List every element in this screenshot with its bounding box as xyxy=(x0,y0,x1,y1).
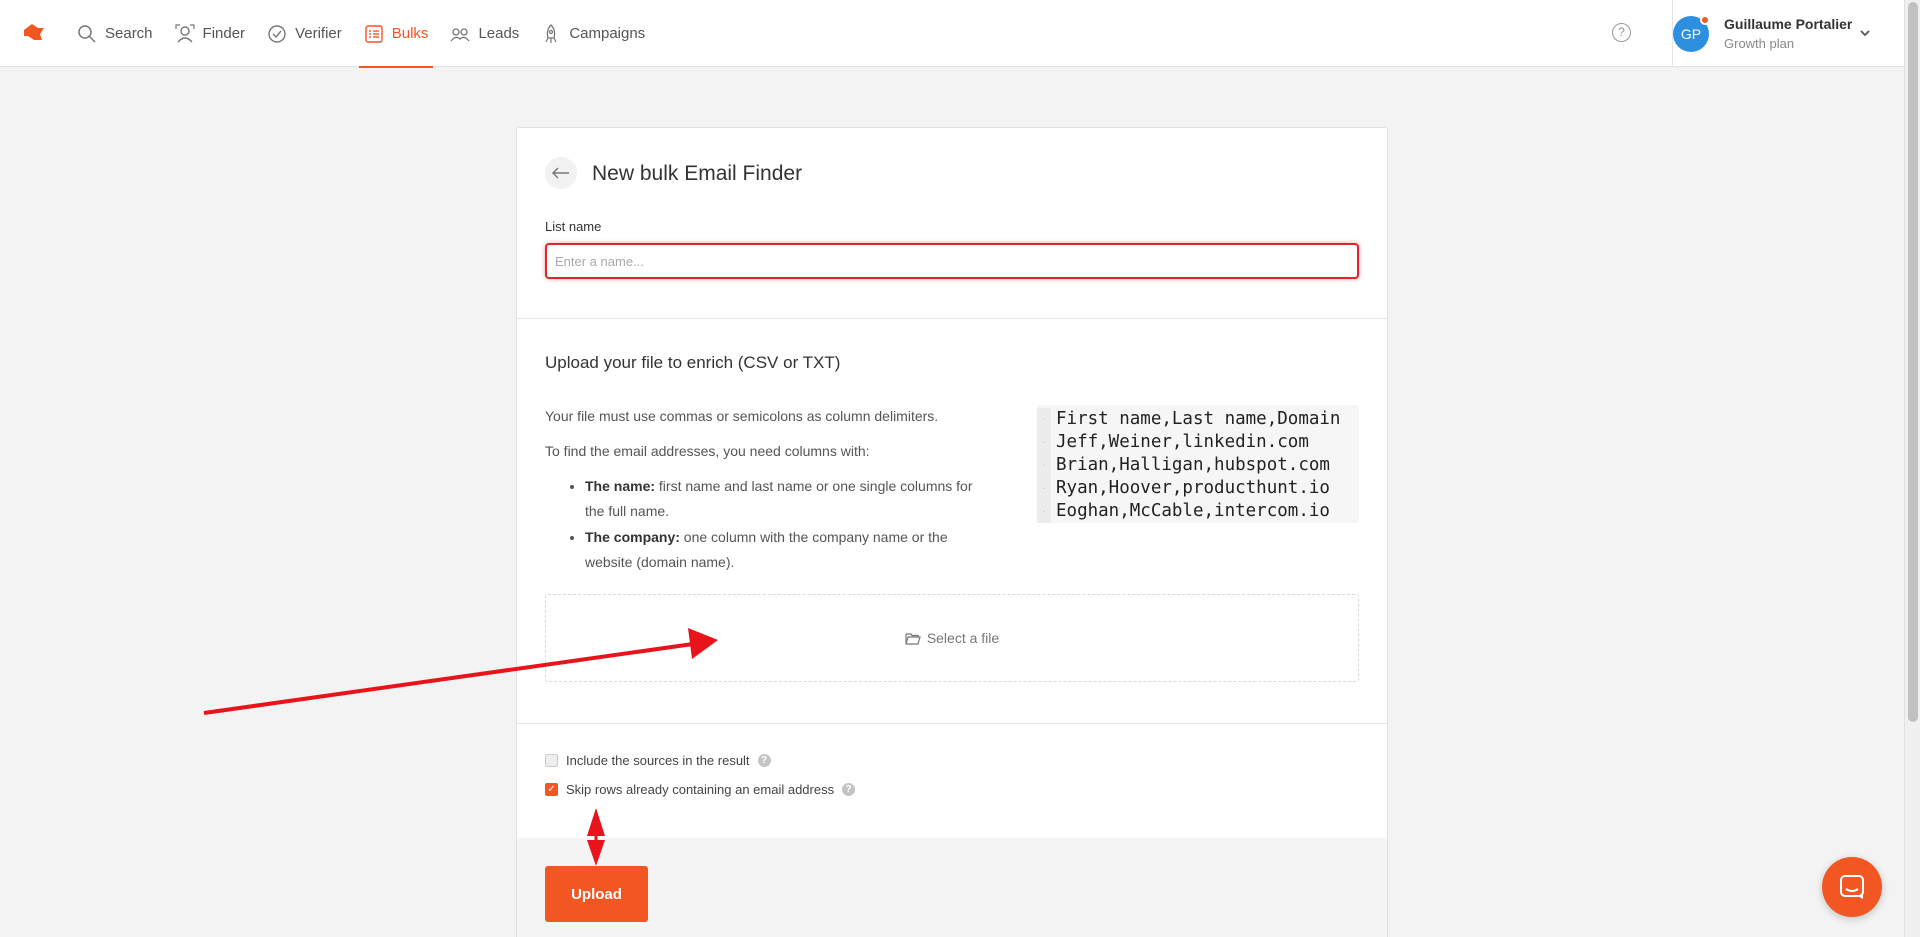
list-item: The company: one column with the company… xyxy=(585,525,987,575)
code-line: · Eoghan,McCable,intercom.io xyxy=(1037,500,1359,523)
user-plan: Growth plan xyxy=(1724,36,1795,51)
skip-rows-label: Skip rows already containing an email ad… xyxy=(566,782,835,797)
finder-icon xyxy=(174,23,195,42)
nav-campaigns[interactable]: Campaigns xyxy=(536,0,650,67)
hunter-logo-icon[interactable] xyxy=(20,20,46,46)
list-item: The name: first name and last name or on… xyxy=(585,474,987,524)
scrollbar-thumb[interactable] xyxy=(1908,2,1918,722)
nav-leads[interactable]: Leads xyxy=(445,0,524,67)
list-name-input[interactable] xyxy=(545,243,1359,279)
upload-section-title: Upload your file to enrich (CSV or TXT) xyxy=(545,353,841,372)
section-divider xyxy=(517,723,1387,724)
top-navbar: Search Finder Verifier Bulks Leads Campa… xyxy=(0,0,1904,68)
nav-bulks[interactable]: Bulks xyxy=(358,0,434,68)
scrollbar[interactable] xyxy=(1904,0,1920,937)
nav-verifier-label: Verifier xyxy=(295,25,342,42)
page-title: New bulk Email Finder xyxy=(592,162,803,185)
columns-description: To find the email addresses, you need co… xyxy=(545,443,870,459)
upload-button[interactable]: Upload xyxy=(545,866,648,922)
bulk-finder-card: New bulk Email Finder List name Upload y… xyxy=(516,127,1388,937)
chat-icon xyxy=(1840,875,1864,899)
verifier-icon xyxy=(268,24,286,43)
code-line: · Ryan,Hoover,producthunt.io xyxy=(1037,477,1359,500)
code-line: · Jeff,Weiner,linkedin.com xyxy=(1037,431,1359,454)
requirements-list: The name: first name and last name or on… xyxy=(557,474,987,576)
nav-campaigns-label: Campaigns xyxy=(569,25,646,42)
back-button[interactable] xyxy=(545,157,577,189)
help-icon[interactable]: ? xyxy=(1612,23,1631,42)
skip-rows-checkbox[interactable]: ✓ xyxy=(545,783,558,796)
help-icon[interactable]: ? xyxy=(842,783,856,796)
main-nav: Search Finder Verifier Bulks Leads Campa… xyxy=(72,0,662,68)
leads-icon xyxy=(450,27,470,41)
campaigns-icon xyxy=(545,23,557,43)
section-divider xyxy=(517,318,1387,319)
folder-open-icon xyxy=(905,632,921,645)
include-sources-option[interactable]: Include the sources in the result ? xyxy=(545,753,771,768)
nav-leads-label: Leads xyxy=(478,25,520,42)
include-sources-checkbox[interactable] xyxy=(545,754,558,767)
include-sources-label: Include the sources in the result xyxy=(566,753,750,768)
list-name-label: List name xyxy=(545,219,602,234)
nav-verifier[interactable]: Verifier xyxy=(262,0,347,67)
select-file-label: Select a file xyxy=(926,630,1000,646)
bulks-icon xyxy=(365,24,383,43)
chevron-down-icon[interactable] xyxy=(1858,26,1872,40)
nav-search-label: Search xyxy=(105,25,153,42)
nav-bulks-label: Bulks xyxy=(391,25,429,42)
csv-example: · First name,Last name,Domain · Jeff,Weine… xyxy=(1037,405,1359,523)
user-name[interactable]: Guillaume Portalier xyxy=(1724,16,1852,32)
notification-dot xyxy=(1700,15,1710,25)
code-line: · Brian,Halligan,hubspot.com xyxy=(1037,454,1359,477)
skip-rows-option[interactable]: ✓ Skip rows already containing an email … xyxy=(545,782,856,797)
nav-search[interactable]: Search xyxy=(72,0,158,67)
file-dropzone[interactable]: Select a file xyxy=(545,594,1359,682)
help-icon[interactable]: ? xyxy=(757,754,771,767)
delimiter-description: Your file must use commas or semicolons … xyxy=(545,408,939,424)
chat-launcher[interactable] xyxy=(1822,857,1882,917)
nav-finder[interactable]: Finder xyxy=(170,0,251,67)
code-line: · First name,Last name,Domain xyxy=(1037,408,1359,431)
search-icon xyxy=(78,24,96,43)
nav-finder-label: Finder xyxy=(202,25,246,42)
arrow-left-icon xyxy=(552,167,569,179)
